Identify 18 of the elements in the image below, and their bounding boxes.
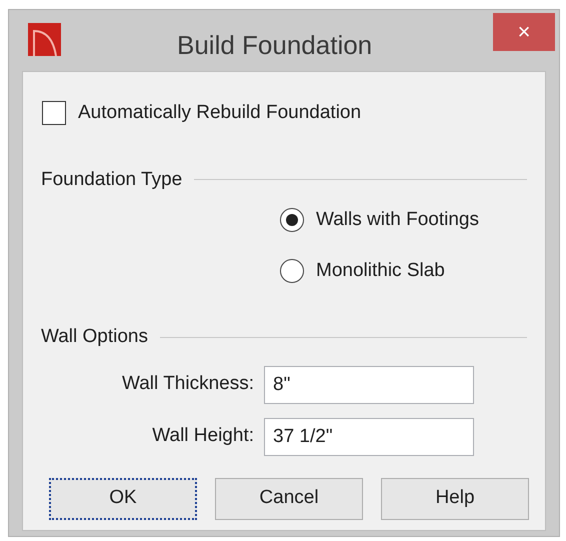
- field-label: Wall Thickness:: [121, 372, 255, 396]
- section-heading: Foundation Type: [41, 168, 182, 192]
- radio-label: Walls with Footings: [316, 208, 479, 232]
- checkbox-label: Automatically Rebuild Foundation: [78, 101, 362, 125]
- input-field[interactable]: 37 1/2": [264, 418, 474, 456]
- dialog-button[interactable]: OK: [49, 478, 197, 520]
- field-label: Wall Height:: [151, 424, 255, 448]
- radio-button[interactable]: [280, 258, 304, 283]
- radio-button[interactable]: [280, 208, 304, 232]
- section-heading: Wall Options: [41, 325, 148, 349]
- close-button[interactable]: ×: [493, 13, 555, 51]
- input-field[interactable]: 8": [264, 366, 474, 404]
- app-logo-icon: [28, 23, 61, 56]
- checkbox[interactable]: [42, 101, 66, 126]
- dialog-button[interactable]: Help: [381, 478, 529, 520]
- radio-label: Monolithic Slab: [316, 258, 445, 282]
- window-title: Build Foundation: [177, 29, 372, 62]
- dialog-button[interactable]: Cancel: [215, 478, 363, 520]
